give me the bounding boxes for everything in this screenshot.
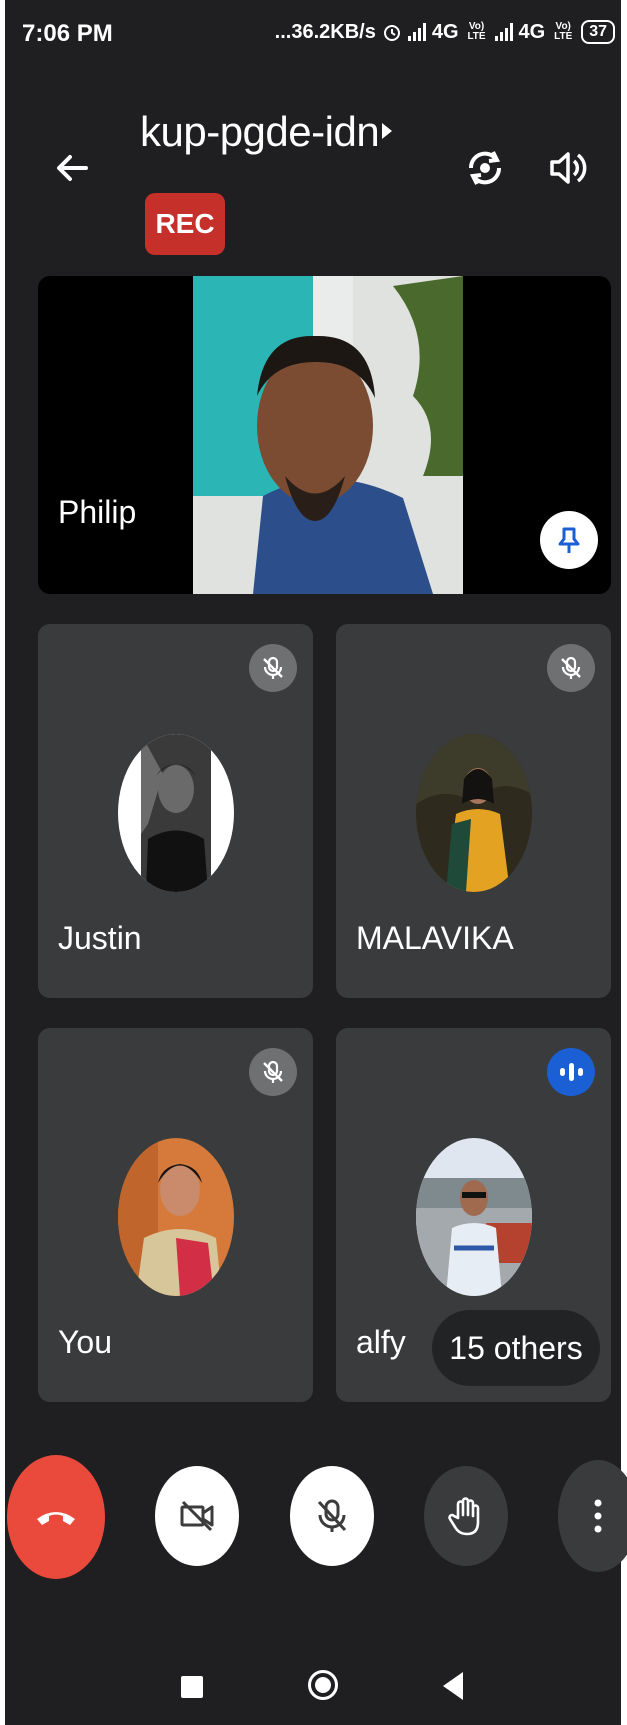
avatar <box>118 734 234 892</box>
status-indicators: ...36.2KB/s 4G Vo) LTE 4G Vo) LTE 37 <box>275 20 615 44</box>
mic-toggle-button[interactable] <box>290 1466 374 1566</box>
system-nav-bar <box>0 1640 627 1725</box>
lte-tag-1: Vo) LTE <box>467 21 486 42</box>
speaker-button[interactable] <box>548 148 588 188</box>
caret-right-icon[interactable] <box>382 123 392 139</box>
mic-off-icon <box>561 656 581 679</box>
network-type-2: 4G <box>518 20 546 43</box>
recent-apps-icon[interactable] <box>181 1676 203 1698</box>
raise-hand-button[interactable] <box>424 1466 508 1566</box>
participant-tile[interactable]: You <box>38 1028 313 1402</box>
home-icon[interactable] <box>308 1670 338 1700</box>
participant-tile[interactable]: MALAVIKA <box>336 624 611 998</box>
pin-icon <box>558 527 580 553</box>
signal-icon <box>407 23 426 41</box>
phone-hangup-icon <box>37 1512 75 1525</box>
camera-toggle-button[interactable] <box>155 1466 239 1566</box>
nav-back-icon[interactable] <box>443 1672 463 1700</box>
participant-name: Philip <box>58 494 137 530</box>
back-button[interactable] <box>52 148 92 188</box>
mic-off-icon <box>263 1060 283 1083</box>
others-count-button[interactable]: 15 others <box>432 1310 600 1386</box>
network-type-1: 4G <box>431 20 459 43</box>
hand-icon <box>448 1497 480 1536</box>
meeting-title[interactable]: kup-pgde-idn <box>140 108 380 156</box>
status-time: 7:06 PM <box>22 20 113 47</box>
mic-off-icon <box>317 1499 347 1532</box>
participant-name: alfy <box>356 1324 406 1360</box>
more-vertical-icon <box>594 1499 602 1533</box>
alarm-icon <box>383 25 400 41</box>
participant-name: You <box>58 1324 112 1360</box>
avatar <box>416 1138 532 1296</box>
arrow-left-icon <box>57 155 88 181</box>
lte-tag-2: Vo) LTE <box>554 21 573 42</box>
screen-edge-right <box>621 0 627 1725</box>
network-speed: ...36.2KB/s <box>274 20 376 43</box>
status-bar: 7:06 PM ...36.2KB/s 4G Vo) LTE 4G Vo) LT… <box>0 0 627 70</box>
participant-tile[interactable]: Justin <box>38 624 313 998</box>
camera-switch-button[interactable] <box>463 146 507 190</box>
mic-off-badge <box>249 644 297 692</box>
participant-name: MALAVIKA <box>356 920 514 956</box>
avatar <box>416 734 532 892</box>
pinned-participant-tile[interactable]: Philip <box>38 276 611 594</box>
participant-name: Justin <box>58 920 142 956</box>
camera-switch-icon <box>468 151 502 185</box>
signal-icon-2 <box>494 23 513 41</box>
mic-off-icon <box>263 656 283 679</box>
recording-badge: REC <box>145 193 225 255</box>
screen-edge-left <box>0 0 5 1725</box>
speaking-indicator-icon <box>559 1063 583 1081</box>
video-off-icon <box>180 1500 214 1532</box>
end-call-button[interactable] <box>7 1455 105 1579</box>
pin-button[interactable] <box>540 511 598 569</box>
mic-off-badge <box>547 644 595 692</box>
speaking-indicator <box>547 1048 595 1096</box>
avatar <box>118 1138 234 1296</box>
more-options-button[interactable] <box>558 1460 627 1572</box>
speaker-icon <box>550 152 587 184</box>
battery-indicator: 37 <box>581 20 615 44</box>
participant-video <box>193 276 463 594</box>
mic-off-badge <box>249 1048 297 1096</box>
